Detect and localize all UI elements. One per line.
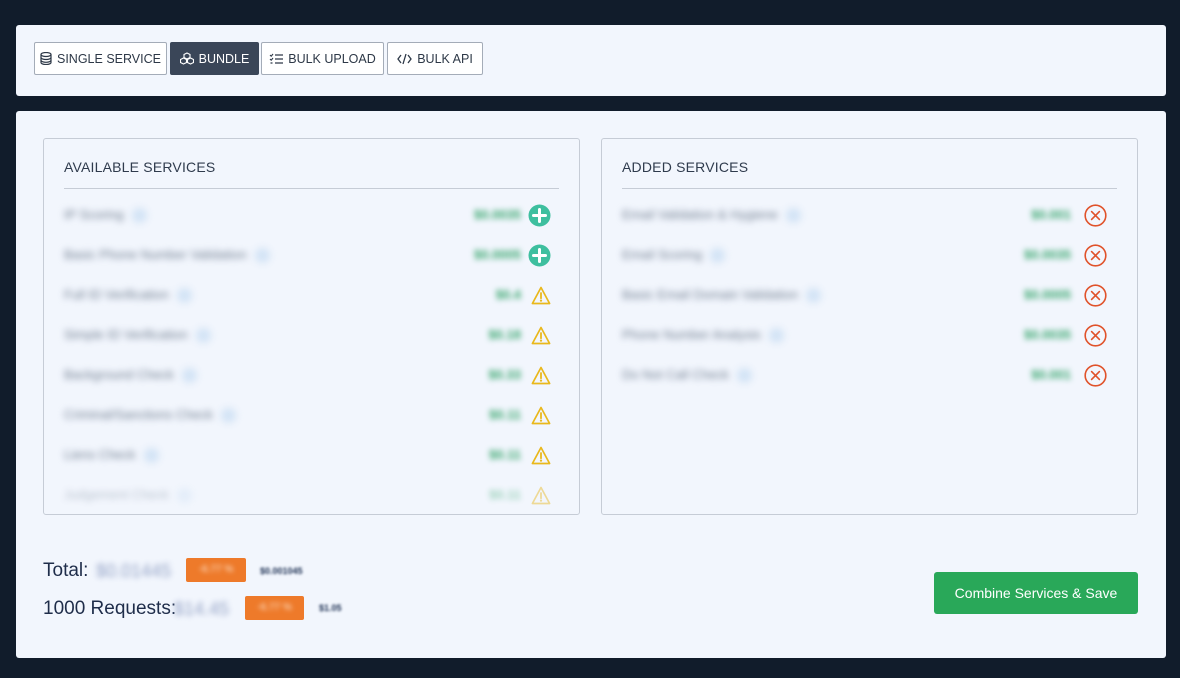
remove-circle-icon[interactable] [1084,364,1107,392]
service-row: Criminal/Sanctions Check $0.11 [44,395,579,435]
info-icon[interactable] [195,328,211,344]
info-icon[interactable] [806,288,822,304]
service-row: Basic Phone Number Validation $0.0005 [44,235,579,275]
info-icon[interactable] [768,328,784,344]
info-icon[interactable] [176,288,192,304]
service-row: Basic Email Domain Validation $0.0005 [602,275,1137,315]
service-price: $0.11 [489,487,521,502]
remove-circle-icon[interactable] [1084,244,1107,272]
tab-label: BULK UPLOAD [288,51,376,66]
info-icon[interactable] [181,368,197,384]
service-price: $0.11 [489,407,521,422]
remove-circle-icon[interactable] [1084,324,1107,352]
requests-label: 1000 Requests: [43,598,177,619]
service-row: Simple ID Verification $0.18 [44,315,579,355]
service-name: Email Scoring [622,247,726,264]
info-icon[interactable] [220,408,236,424]
service-price: $0.0035 [1024,247,1071,262]
service-name: Basic Email Domain Validation [622,287,822,304]
service-name: Email Validation & Hygiene [622,207,801,224]
service-row: IP Scoring $0.0035 [44,195,579,235]
divider [64,188,559,189]
service-price: $0.001 [1031,207,1071,222]
warning-icon [531,406,551,430]
database-icon [40,52,52,65]
service-price: $0.0035 [1024,327,1071,342]
total-label: Total: [43,560,89,581]
service-row: Do Not Call Check $0.001 [602,355,1137,395]
warning-icon [531,326,551,350]
combine-services-button[interactable]: Combine Services & Save [934,572,1138,614]
service-name: Basic Phone Number Validation [64,247,270,264]
service-name: Criminal/Sanctions Check [64,407,236,424]
service-price: $0.4 [495,287,521,302]
tab-bulk-upload[interactable]: BULK UPLOAD [261,42,384,75]
service-price: $0.18 [488,327,521,342]
divider [622,188,1117,189]
info-icon[interactable] [131,208,147,224]
service-name: IP Scoring [64,207,147,224]
plus-circle-icon[interactable] [528,244,551,272]
tab-bundle[interactable]: BUNDLE [170,42,259,75]
info-icon[interactable] [785,208,801,224]
service-name: Phone Number Analysis [622,327,784,344]
requests-saving: $1.05 [319,603,342,613]
service-price: $0.0035 [474,207,521,222]
total-discount-badge: -6.77 % [186,558,246,582]
service-price: $0.33 [488,367,521,382]
service-name: Simple ID Verification [64,327,211,344]
tab-single-service[interactable]: SINGLE SERVICE [34,42,167,75]
warning-icon [531,286,551,310]
info-icon[interactable] [143,448,159,464]
service-row: Full ID Verification $0.4 [44,275,579,315]
requests-value: $14.45 [174,599,230,619]
service-row: Background Check $0.33 [44,355,579,395]
bundle-builder: AVAILABLE SERVICES IP Scoring $0.0035 Basi… [16,111,1166,658]
service-row: Phone Number Analysis $0.0035 [602,315,1137,355]
code-icon [397,53,413,65]
plus-circle-icon[interactable] [528,204,551,232]
service-price: $0.001 [1031,367,1071,382]
service-mode-bar: SINGLE SERVICE BUNDLE BULK UPLOAD BULK A… [16,25,1166,96]
service-row: Liens Check $0.11 [44,435,579,475]
total-value: $0.01445 [96,561,172,581]
service-row: Email Scoring $0.0035 [602,235,1137,275]
info-icon[interactable] [710,248,726,264]
available-services-panel[interactable]: AVAILABLE SERVICES IP Scoring $0.0035 Basi… [43,138,580,515]
service-row: Email Validation & Hygiene $0.001 [602,195,1137,235]
warning-icon [531,446,551,470]
service-price: $0.0005 [1024,287,1071,302]
added-services-panel: ADDED SERVICES Email Validation & Hygien… [601,138,1138,515]
service-name: Full ID Verification [64,287,192,304]
requests-discount-badge: -6.77 % [245,596,304,620]
remove-circle-icon[interactable] [1084,204,1107,232]
cubes-icon [179,52,194,65]
service-name: Background Check [64,367,197,384]
remove-circle-icon[interactable] [1084,284,1107,312]
warning-icon [531,486,551,510]
panel-title: AVAILABLE SERVICES [64,159,216,175]
info-icon[interactable] [736,368,752,384]
service-name: Do Not Call Check [622,367,752,384]
service-price: $0.0005 [474,247,521,262]
panel-title: ADDED SERVICES [622,159,749,175]
total-saving: $0.001045 [260,566,303,576]
tab-bulk-api[interactable]: BULK API [387,42,483,75]
info-icon[interactable] [176,488,192,504]
service-row: Judgement Check $0.11 [44,475,579,514]
warning-icon [531,366,551,390]
checklist-icon [269,53,284,65]
service-name: Judgement Check [64,487,192,504]
tab-label: BULK API [417,51,473,66]
tab-label: SINGLE SERVICE [57,51,161,66]
tab-label: BUNDLE [198,51,250,66]
service-price: $0.11 [489,447,521,462]
service-name: Liens Check [64,447,159,464]
info-icon[interactable] [254,248,270,264]
